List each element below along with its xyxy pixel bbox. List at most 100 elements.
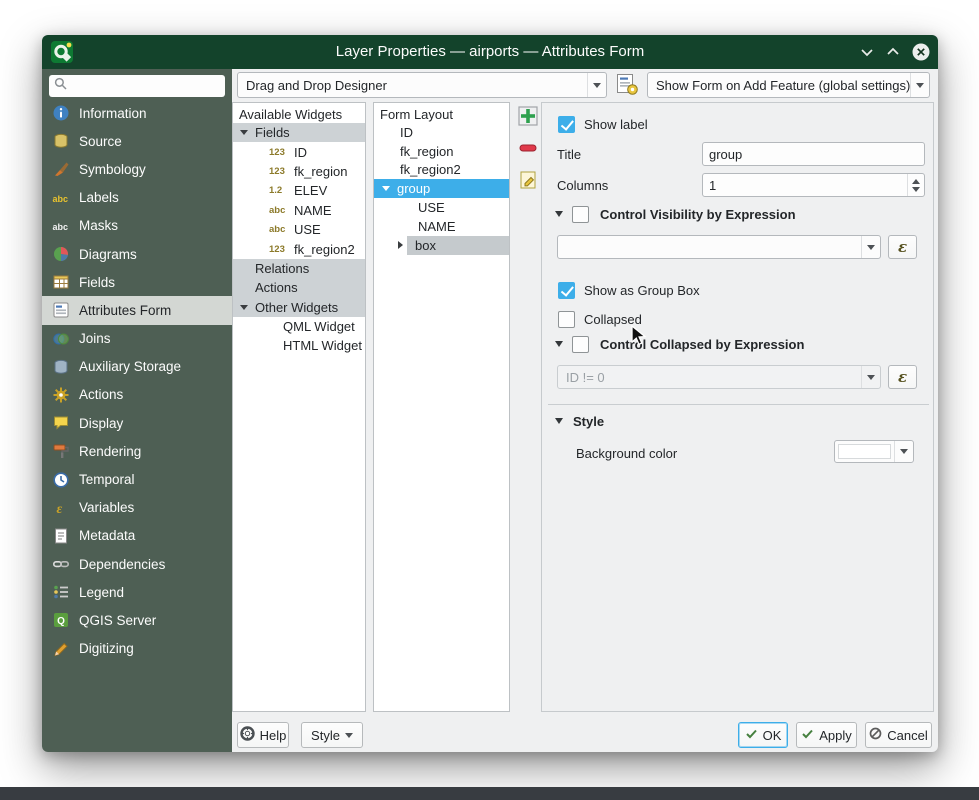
chevron-down-icon (587, 73, 606, 97)
collapse-arrow-icon[interactable] (240, 305, 248, 310)
ok-button[interactable]: OK (738, 722, 788, 748)
visibility-expression-combo[interactable] (557, 235, 881, 259)
collapsed-expression-combo[interactable]: ID != 0 (557, 365, 881, 389)
layout-item-use[interactable]: USE (374, 198, 509, 217)
attributes-form-icon (52, 301, 70, 319)
tree-item-elev[interactable]: 1.2ELEV (233, 181, 365, 200)
sidebar-item-source[interactable]: Source (42, 127, 232, 155)
sidebar-item-diagrams[interactable]: Diagrams (42, 240, 232, 268)
sidebar-item-display[interactable]: Display (42, 409, 232, 437)
spinner-arrows[interactable] (907, 174, 924, 196)
tree-item-use[interactable]: abcUSE (233, 220, 365, 239)
tree-item-fk-region2[interactable]: 123fk_region2 (233, 239, 365, 258)
layout-item-fk-region[interactable]: fk_region (374, 142, 509, 161)
sidebar-item-metadata[interactable]: Metadata (42, 522, 232, 550)
sidebar-item-auxiliary-storage[interactable]: Auxiliary Storage (42, 353, 232, 381)
masks-icon: abc (52, 217, 70, 235)
tree-item-other-widgets[interactable]: Other Widgets (233, 298, 365, 317)
sidebar-item-temporal[interactable]: Temporal (42, 465, 232, 493)
tree-item-relations[interactable]: Relations (233, 259, 365, 278)
style-menu-button[interactable]: Style (301, 722, 363, 748)
collapse-arrow-icon[interactable] (382, 186, 390, 191)
sidebar-item-actions[interactable]: Actions (42, 381, 232, 409)
available-widgets-title: Available Widgets (233, 103, 365, 123)
show-label-checkbox[interactable] (558, 116, 575, 133)
sidebar-item-dependencies[interactable]: Dependencies (42, 550, 232, 578)
show-form-mode-combo[interactable]: Show Form on Add Feature (global setting… (647, 72, 930, 98)
collapse-arrow-icon[interactable] (240, 130, 248, 135)
title-input[interactable] (702, 142, 925, 166)
help-icon (240, 726, 255, 744)
autogenerate-form-button[interactable] (613, 72, 640, 99)
section-collapse-icon[interactable] (555, 211, 563, 217)
sidebar-item-variables[interactable]: εVariables (42, 494, 232, 522)
information-icon (52, 104, 70, 122)
form-settings-icon (615, 72, 639, 99)
sidebar-item-rendering[interactable]: Rendering (42, 437, 232, 465)
chevron-down-icon (861, 236, 880, 258)
tree-item-id[interactable]: 123ID (233, 142, 365, 161)
section-collapse-icon[interactable] (555, 341, 563, 347)
columns-input[interactable] (703, 174, 907, 196)
close-button[interactable] (912, 43, 930, 61)
sidebar-item-masks[interactable]: abcMasks (42, 212, 232, 240)
sidebar-item-information[interactable]: Information (42, 99, 232, 127)
layout-item-id[interactable]: ID (374, 123, 509, 142)
visibility-expression-checkbox[interactable] (572, 206, 589, 223)
columns-spinbox[interactable] (702, 173, 925, 197)
sidebar-item-qgis-server[interactable]: QQGIS Server (42, 606, 232, 634)
help-button[interactable]: Help (237, 722, 289, 748)
sidebar-search-input[interactable] (49, 75, 225, 97)
show-label-row: Show label (558, 114, 648, 134)
maximize-button[interactable] (884, 43, 902, 61)
text-type-icon: abc (269, 224, 289, 235)
group-properties-panel: Show label Title Columns Control Visibil… (541, 102, 934, 712)
edit-item-button[interactable] (515, 168, 541, 194)
style-section-header[interactable]: Style (555, 412, 604, 430)
tree-item-fields[interactable]: Fields (233, 123, 365, 142)
designer-mode-combo[interactable]: Drag and Drop Designer (237, 72, 607, 98)
sidebar-item-digitizing[interactable]: Digitizing (42, 635, 232, 663)
minimize-button[interactable] (858, 43, 876, 61)
title-bar[interactable]: Layer Properties — airports — Attributes… (42, 35, 938, 69)
add-container-button[interactable] (515, 104, 541, 130)
tree-item-actions[interactable]: Actions (233, 278, 365, 297)
background-color-combo[interactable] (834, 440, 914, 463)
visibility-expression-builder-button[interactable]: ε (888, 235, 917, 259)
remove-item-button[interactable] (515, 136, 541, 162)
collapsed-section-header[interactable]: Control Collapsed by Expression (555, 335, 804, 353)
sidebar-item-joins[interactable]: Joins (42, 325, 232, 353)
sidebar-item-symbology[interactable]: Symbology (42, 155, 232, 183)
section-collapse-icon[interactable] (555, 418, 563, 424)
qgis-server-icon: Q (52, 611, 70, 629)
tree-item-html-widget[interactable]: HTML Widget (233, 336, 365, 355)
tree-item-qml-widget[interactable]: QML Widget (233, 317, 365, 336)
layout-item-box[interactable]: box (374, 236, 509, 255)
tree-item-fk-region[interactable]: 123fk_region (233, 162, 365, 181)
tree-item-name[interactable]: abcNAME (233, 201, 365, 220)
text-type-icon: abc (269, 205, 289, 216)
decimal-type-icon: 1.2 (269, 185, 289, 196)
integer-type-icon: 123 (269, 166, 289, 177)
collapsed-checkbox[interactable] (558, 311, 575, 328)
visibility-section-header[interactable]: Control Visibility by Expression (555, 205, 796, 223)
apply-button[interactable]: Apply (796, 722, 857, 748)
sidebar-item-legend[interactable]: Legend (42, 578, 232, 606)
layout-item-group[interactable]: group (374, 179, 509, 198)
ok-check-icon (745, 727, 758, 743)
collapsed-expression-builder-button[interactable]: ε (888, 365, 917, 389)
symbology-icon (52, 160, 70, 178)
expression-epsilon-icon: ε (898, 238, 907, 256)
cancel-button[interactable]: Cancel (865, 722, 932, 748)
collapsed-expression-checkbox[interactable] (572, 336, 589, 353)
layout-item-name[interactable]: NAME (374, 217, 509, 236)
sidebar-list: Information Source Symbology abcLabels a… (42, 99, 232, 663)
show-as-group-box-checkbox[interactable] (558, 282, 575, 299)
temporal-icon (52, 471, 70, 489)
sidebar-item-labels[interactable]: abcLabels (42, 184, 232, 212)
sidebar-item-attributes-form[interactable]: Attributes Form (42, 296, 232, 324)
menu-arrow-icon (345, 733, 353, 738)
expand-arrow-icon[interactable] (398, 241, 403, 249)
sidebar-item-fields[interactable]: Fields (42, 268, 232, 296)
layout-item-fk-region2[interactable]: fk_region2 (374, 161, 509, 180)
